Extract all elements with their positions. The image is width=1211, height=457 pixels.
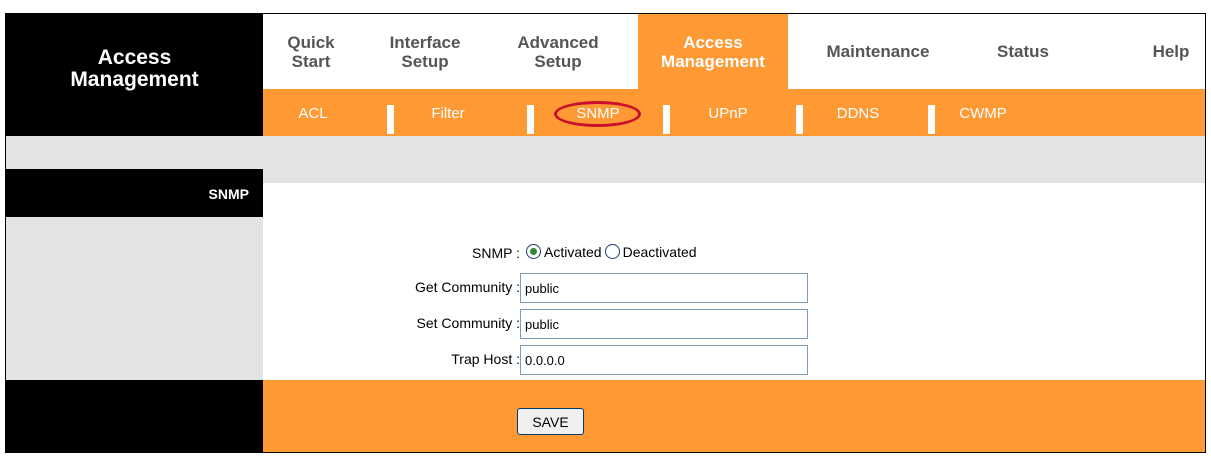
tab-label: Start [291, 51, 331, 71]
snmp-deactivated-radio[interactable] [604, 244, 620, 260]
set-community-input[interactable] [520, 309, 808, 339]
set-community-label: Set Community : [416, 315, 520, 331]
section-label: SNMP [208, 186, 249, 202]
footer-bar: SAVE [263, 380, 1205, 452]
tab-interface-setup[interactable]: Interface Setup [375, 14, 475, 89]
trap-host-input[interactable] [520, 345, 808, 375]
subtab-ddns[interactable]: DDNS [828, 105, 888, 123]
tab-label: Setup [401, 51, 449, 71]
footer-left-panel [6, 380, 263, 452]
snmp-radio-group: Activated Deactivated [526, 243, 846, 273]
subnav-divider [663, 105, 670, 134]
page-title: Access Management [6, 47, 263, 91]
snmp-label-cell: SNMP : [263, 239, 520, 269]
tab-label: Maintenance [826, 42, 930, 61]
tab-label: Help [1152, 42, 1190, 61]
subtab-upnp[interactable]: UPnP [693, 105, 763, 123]
section-header: SNMP [6, 169, 263, 217]
subtab-cwmp[interactable]: CWMP [953, 105, 1013, 123]
tab-label: Status [997, 42, 1049, 61]
set-community-label-cell: Set Community : [263, 309, 520, 339]
page-title-line1: Access [97, 46, 172, 69]
page-title-line2: Management [70, 68, 199, 91]
trap-host-label: Trap Host : [451, 351, 520, 367]
tab-help[interactable]: Help [1141, 14, 1201, 89]
get-community-input[interactable] [520, 273, 808, 303]
subtab-acl[interactable]: ACL [283, 105, 343, 123]
deactivated-label[interactable]: Deactivated [623, 244, 697, 260]
trap-host-label-cell: Trap Host : [263, 345, 520, 375]
left-panel [6, 217, 263, 380]
snmp-activated-radio[interactable] [526, 244, 541, 260]
tab-label: Advanced [517, 32, 599, 52]
router-admin-page: Access Management Quick Start Interface Se… [5, 13, 1206, 453]
activated-label[interactable]: Activated [544, 244, 602, 260]
tab-access-management[interactable]: Access Management [638, 14, 788, 89]
sub-navigation: ACL Filter SNMP UPnP DDNS CWMP [263, 89, 1205, 136]
tab-quick-start[interactable]: Quick Start [275, 14, 347, 89]
subtab-snmp[interactable]: SNMP [563, 105, 633, 123]
brand-panel: Access Management [6, 14, 263, 136]
snmp-label: SNMP : [472, 245, 520, 261]
tab-label: Setup [534, 51, 582, 71]
get-community-label-cell: Get Community : [263, 273, 520, 303]
tab-maintenance[interactable]: Maintenance [808, 14, 948, 89]
tab-advanced-setup[interactable]: Advanced Setup [508, 14, 608, 89]
subnav-divider [387, 105, 394, 134]
subtab-filter[interactable]: Filter [413, 105, 483, 123]
top-navigation: Quick Start Interface Setup Advanced Setup … [263, 14, 1205, 89]
snmp-form: SNMP : Activated Deactivated Get Communit… [263, 217, 1205, 380]
subnav-divider [796, 105, 803, 134]
subnav-divider [527, 105, 534, 134]
tab-label: Quick [287, 32, 335, 52]
tab-label: Access [683, 32, 743, 52]
tab-label: Management [661, 51, 765, 71]
save-button[interactable]: SAVE [517, 408, 584, 435]
tab-status[interactable]: Status [988, 14, 1058, 89]
tab-label: Interface [389, 32, 461, 52]
subnav-divider [928, 105, 935, 134]
get-community-label: Get Community : [414, 279, 520, 295]
